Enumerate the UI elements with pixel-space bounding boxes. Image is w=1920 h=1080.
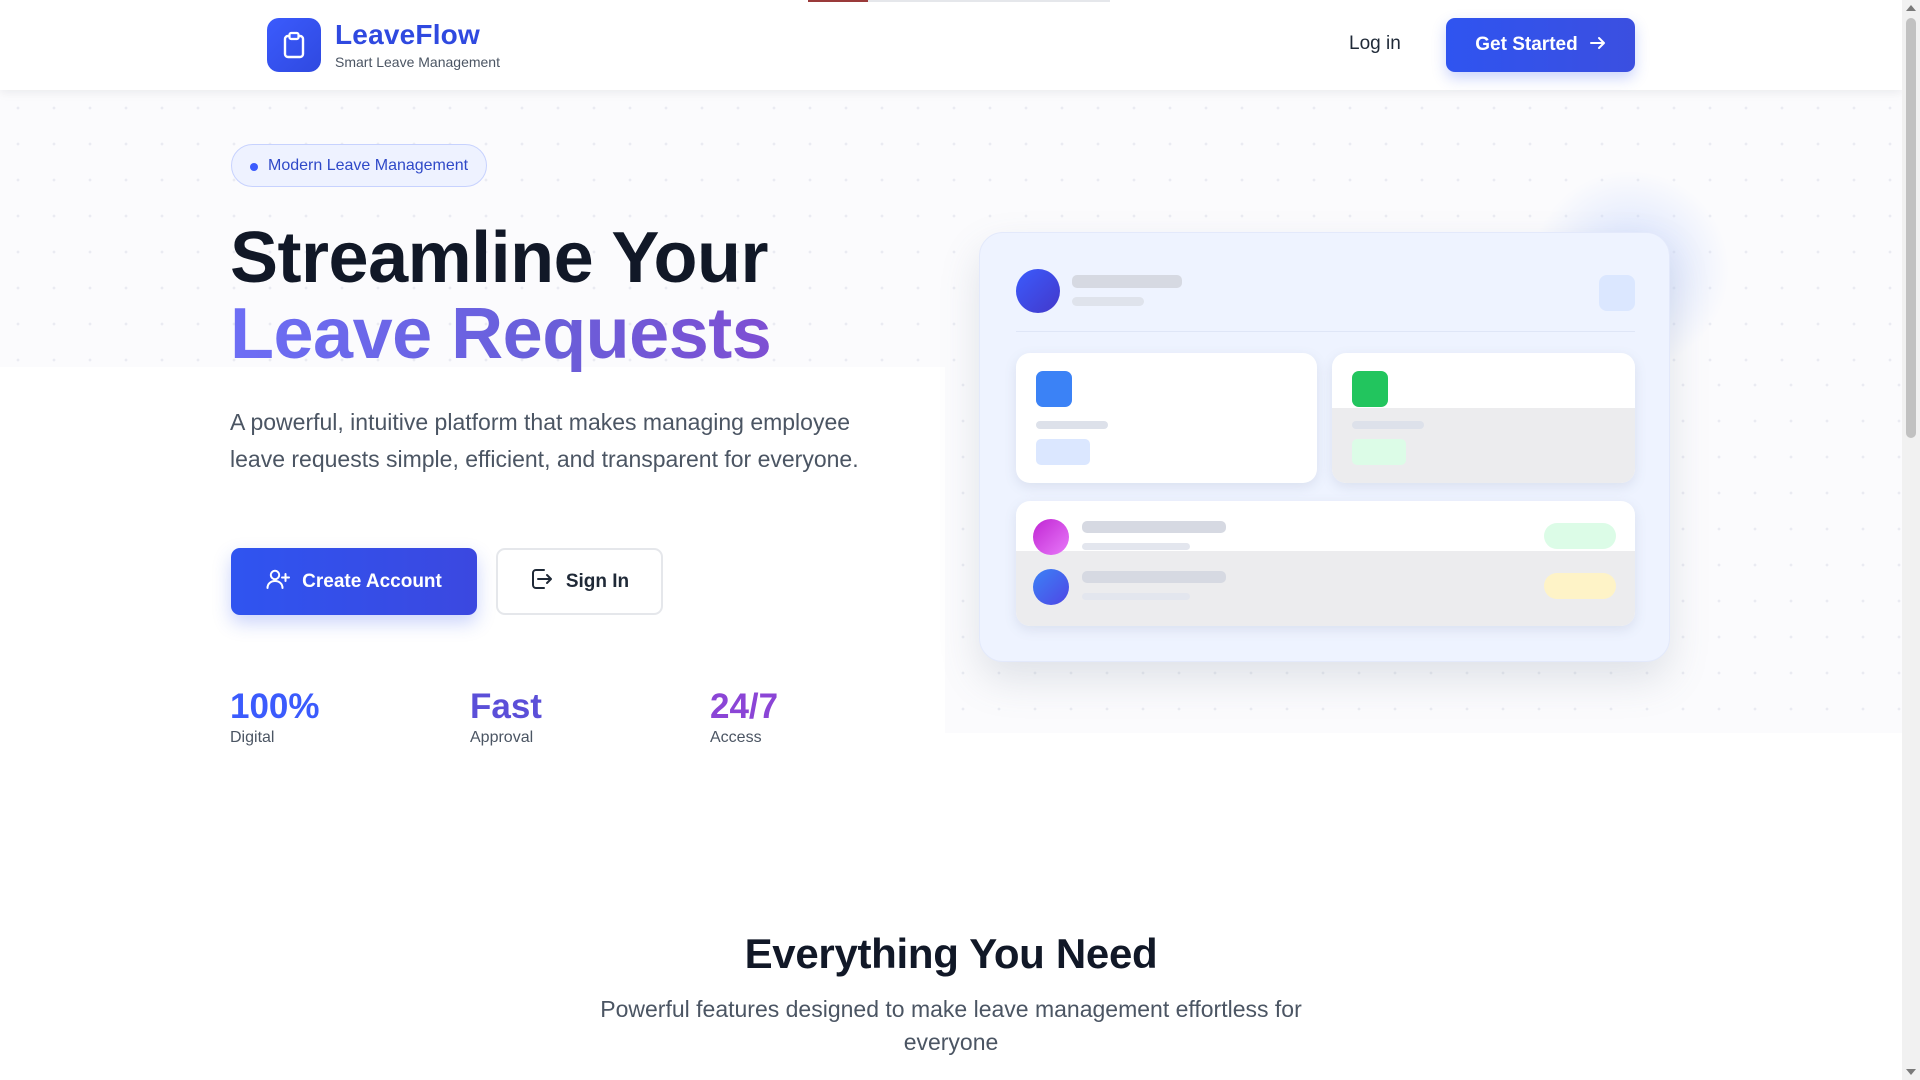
mockup-placeholder-line [1072,275,1182,288]
site-header: LeaveFlow Smart Leave Management Log in … [0,0,1902,90]
mockup-placeholder-line [1352,421,1424,429]
stat-approval: Fast Approval [470,688,542,748]
page-scrollbar[interactable] [1902,0,1920,1080]
mockup-blue-tile [1036,371,1072,407]
mockup-placeholder-line [1082,521,1226,533]
stat-label: Approval [470,729,534,746]
mockup-placeholder-line [1072,297,1144,306]
mockup-status-pill [1544,523,1616,549]
mockup-list-avatar [1033,569,1069,605]
mockup-placeholder-line [1082,593,1190,600]
clipboard-icon [267,18,321,72]
features-subtitle: Powerful features designed to make leave… [600,996,1302,1055]
get-started-label: Get Started [1475,34,1578,55]
brand-tagline: Smart Leave Management [335,54,500,70]
mockup-placeholder-chip [1352,439,1406,465]
mockup-placeholder-chip [1036,439,1090,465]
mockup-card [1332,353,1635,483]
stat-label: Access [710,729,762,746]
scroll-down-arrow-icon[interactable] [1906,1069,1916,1075]
mockup-status-pill [1544,573,1616,599]
mockup-card [1016,353,1317,483]
sign-in-button[interactable]: Sign In [496,548,663,615]
hero-title: Streamline Your Leave Requests [230,218,772,374]
hero-description: A powerful, intuitive platform that make… [230,409,859,472]
brand-name: LeaveFlow [335,19,480,50]
mockup-green-tile [1352,371,1388,407]
dashboard-mockup [979,232,1670,662]
mockup-list-avatar [1033,519,1069,555]
features-title: Everything You Need [744,930,1158,977]
mockup-divider [1016,331,1635,332]
brand-logo[interactable]: LeaveFlow Smart Leave Management [267,18,500,72]
stat-label: Digital [230,729,275,746]
hero-title-line2: Leave Requests [230,294,772,374]
badge-dot-icon [250,163,258,171]
create-account-button[interactable]: Create Account [231,548,477,615]
create-account-label: Create Account [302,570,442,592]
page-load-progress [808,0,1110,2]
arrow-right-icon [1589,34,1606,56]
stat-digital: 100% Digital [230,688,320,748]
scroll-up-arrow-icon[interactable] [1906,5,1916,11]
hero-pattern-bottom [0,733,1902,862]
get-started-button[interactable]: Get Started [1446,18,1635,72]
hero-badge: Modern Leave Management [231,144,488,187]
mockup-placeholder-line [1082,543,1190,550]
stat-value: 100% [230,687,320,726]
user-plus-icon [266,568,291,596]
stat-value: 24/7 [710,687,779,726]
page-load-progress-fill [808,0,868,2]
scrollbar-thumb[interactable] [1906,18,1916,438]
stat-access: 24/7 Access [710,688,778,748]
mockup-avatar [1016,269,1060,313]
mockup-list-card [1016,501,1635,626]
stat-value: Fast [470,687,542,726]
login-link[interactable]: Log in [1349,33,1401,55]
hero-badge-label: Modern Leave Management [268,156,469,174]
hero-divider [222,652,922,654]
sign-in-label: Sign In [565,570,630,592]
mockup-corner-tile [1599,275,1635,311]
mockup-placeholder-line [1082,571,1226,583]
sign-in-icon [530,568,554,596]
mockup-card-shade [1016,551,1635,626]
hero-title-line1: Streamline Your [230,218,769,298]
mockup-placeholder-line [1036,421,1108,429]
